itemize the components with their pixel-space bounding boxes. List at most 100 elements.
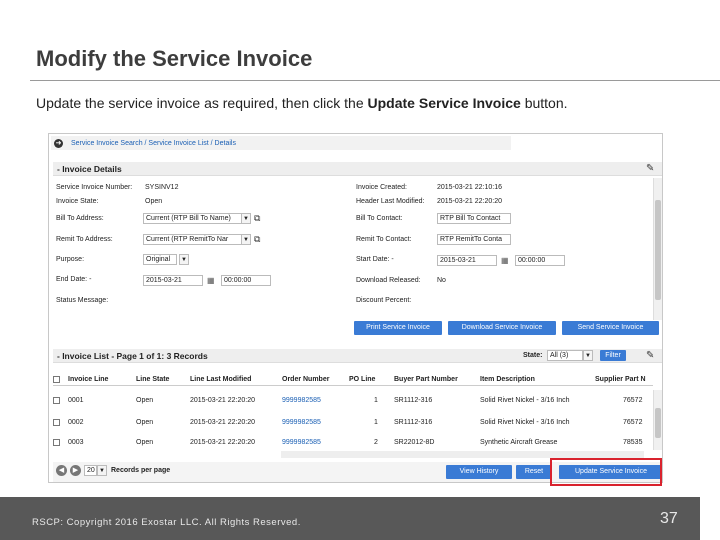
- scrollbar-thumb[interactable]: [655, 200, 661, 300]
- invoice-line-cell: 0002: [68, 419, 84, 426]
- invoice-details-title[interactable]: - Invoice Details: [57, 164, 122, 174]
- buyer-part-cell: SR1112-316: [394, 419, 433, 426]
- item-description-cell: Solid Rivet Nickel - 3/16 Inch: [480, 419, 570, 426]
- last-modified-cell: 2015-03-21 22:20:20: [190, 439, 255, 446]
- order-number-link[interactable]: 9999982585: [282, 397, 321, 404]
- slide-instruction: Update the service invoice as required, …: [36, 95, 568, 111]
- item-description-cell: Synthetic Aircraft Grease: [480, 439, 558, 446]
- remit-to-address-select[interactable]: Current (RTP RemitTo Nar: [143, 234, 251, 245]
- bill-to-address-select[interactable]: Current (RTP Bill To Name): [143, 213, 251, 224]
- start-time-input[interactable]: 00:00:00: [515, 255, 565, 266]
- reset-button[interactable]: Reset: [516, 465, 552, 479]
- next-page-icon[interactable]: ▶: [70, 465, 81, 476]
- breadcrumb-bar: ➜ Service Invoice Search / Service Invoi…: [51, 136, 511, 150]
- chevron-down-icon[interactable]: ▼: [179, 254, 189, 265]
- column-header[interactable]: Invoice Line: [68, 376, 108, 383]
- records-per-page-select[interactable]: 20: [84, 465, 97, 476]
- row-checkbox[interactable]: [53, 419, 60, 426]
- download-service-invoice-button[interactable]: Download Service Invoice: [448, 321, 556, 335]
- download-released-value: No: [437, 277, 446, 284]
- start-date-input[interactable]: 2015-03-21: [437, 255, 497, 266]
- order-number-link[interactable]: 9999982585: [282, 419, 321, 426]
- edit-icon[interactable]: ✎: [646, 350, 658, 361]
- purpose-label: Purpose:: [56, 256, 85, 263]
- table-row[interactable]: 0003 Open 2015-03-21 22:20:20 9999982585…: [53, 436, 653, 450]
- invoice-list-title[interactable]: - Invoice List - Page 1 of 1: 3 Records: [57, 351, 208, 361]
- scrollbar-thumb[interactable]: [655, 408, 661, 438]
- end-date-label: End Date: -: [56, 276, 92, 283]
- calendar-icon[interactable]: ▦: [207, 275, 217, 286]
- update-button-highlight: [550, 458, 662, 486]
- row-checkbox[interactable]: [53, 397, 60, 404]
- copy-icon[interactable]: ⧉: [254, 213, 264, 224]
- order-number-link[interactable]: 9999982585: [282, 439, 321, 446]
- breadcrumb[interactable]: Service Invoice Search / Service Invoice…: [71, 140, 236, 147]
- select-all-checkbox[interactable]: [53, 376, 60, 383]
- state-label: State:: [523, 352, 543, 359]
- chevron-down-icon[interactable]: ▼: [97, 465, 107, 476]
- column-header[interactable]: Supplier Part N: [595, 376, 646, 383]
- end-time-input[interactable]: 00:00:00: [221, 275, 271, 286]
- line-state-cell: Open: [136, 439, 154, 446]
- supplier-part-cell: 78535: [623, 439, 643, 446]
- back-arrow-icon[interactable]: ➜: [54, 139, 63, 148]
- edit-icon[interactable]: ✎: [646, 163, 658, 174]
- invoice-state-label: Invoice State:: [56, 198, 99, 205]
- invoice-created-label: Invoice Created:: [356, 184, 407, 191]
- print-service-invoice-button[interactable]: Print Service Invoice: [354, 321, 442, 335]
- remit-to-contact-input[interactable]: RTP RemitTo Conta: [437, 234, 511, 245]
- chevron-down-icon[interactable]: ▼: [241, 213, 251, 224]
- view-history-button[interactable]: View History: [446, 465, 512, 479]
- bill-to-contact-input[interactable]: RTP Bill To Contact: [437, 213, 511, 224]
- instruction-text: Update the service invoice as required, …: [36, 95, 368, 111]
- po-line-cell: 1: [374, 419, 378, 426]
- chevron-down-icon[interactable]: ▼: [583, 350, 593, 361]
- instruction-text-end: button.: [520, 95, 568, 111]
- status-message-label: Status Message:: [56, 297, 109, 304]
- column-header[interactable]: Item Description: [480, 376, 535, 383]
- calendar-icon[interactable]: ▦: [501, 255, 511, 266]
- instruction-button-name: Update Service Invoice: [367, 95, 521, 111]
- copy-icon[interactable]: ⧉: [254, 234, 264, 245]
- column-header[interactable]: Line State: [136, 376, 169, 383]
- buyer-part-cell: SR22012-8D: [394, 439, 435, 446]
- invoice-state-value: Open: [145, 198, 163, 205]
- download-released-label: Download Released:: [356, 277, 421, 284]
- buyer-part-cell: SR1112-316: [394, 397, 433, 404]
- filter-button[interactable]: Filter: [600, 350, 626, 361]
- records-per-page-label: Records per page: [111, 467, 171, 474]
- line-state-cell: Open: [136, 397, 154, 404]
- column-header[interactable]: Order Number: [282, 376, 329, 383]
- chevron-down-icon[interactable]: ▼: [241, 234, 251, 245]
- last-modified-cell: 2015-03-21 22:20:20: [190, 419, 255, 426]
- details-scrollbar[interactable]: [653, 178, 662, 320]
- send-service-invoice-button[interactable]: Send Service Invoice: [562, 321, 659, 335]
- column-header[interactable]: PO Line: [349, 376, 375, 383]
- footer-copyright: RSCP: Copyright 2016 Exostar LLC. All Ri…: [32, 517, 301, 528]
- invoice-number-value: SYSINV12: [145, 184, 179, 191]
- state-select[interactable]: All (3): [547, 350, 583, 361]
- line-state-cell: Open: [136, 419, 154, 426]
- list-horizontal-scrollbar[interactable]: [281, 451, 644, 458]
- column-header[interactable]: Line Last Modified: [190, 376, 251, 383]
- table-row[interactable]: 0002 Open 2015-03-21 22:20:20 9999982585…: [53, 416, 653, 430]
- invoice-created-value: 2015-03-21 22:10:16: [437, 184, 502, 191]
- title-divider: [30, 80, 720, 81]
- row-checkbox[interactable]: [53, 439, 60, 446]
- invoice-details-header[interactable]: - Invoice Details ✎: [53, 162, 662, 176]
- column-header[interactable]: Buyer Part Number: [394, 376, 458, 383]
- slide-title: Modify the Service Invoice: [36, 46, 313, 71]
- end-date-input[interactable]: 2015-03-21: [143, 275, 203, 286]
- purpose-select[interactable]: Original: [143, 254, 177, 265]
- bill-to-address-label: Bill To Address:: [56, 215, 104, 222]
- remit-to-contact-label: Remit To Contact:: [356, 236, 412, 243]
- list-scrollbar[interactable]: [653, 390, 662, 450]
- supplier-part-cell: 76572: [623, 419, 643, 426]
- prev-page-icon[interactable]: ◀: [56, 465, 67, 476]
- invoice-line-cell: 0003: [68, 439, 84, 446]
- header-last-modified-label: Header Last Modified:: [356, 198, 425, 205]
- table-row[interactable]: 0001 Open 2015-03-21 22:20:20 9999982585…: [53, 394, 653, 408]
- item-description-cell: Solid Rivet Nickel - 3/16 Inch: [480, 397, 570, 404]
- invoice-list-table-header: Invoice Line Line State Line Last Modifi…: [53, 374, 653, 386]
- page-number: 37: [660, 510, 678, 527]
